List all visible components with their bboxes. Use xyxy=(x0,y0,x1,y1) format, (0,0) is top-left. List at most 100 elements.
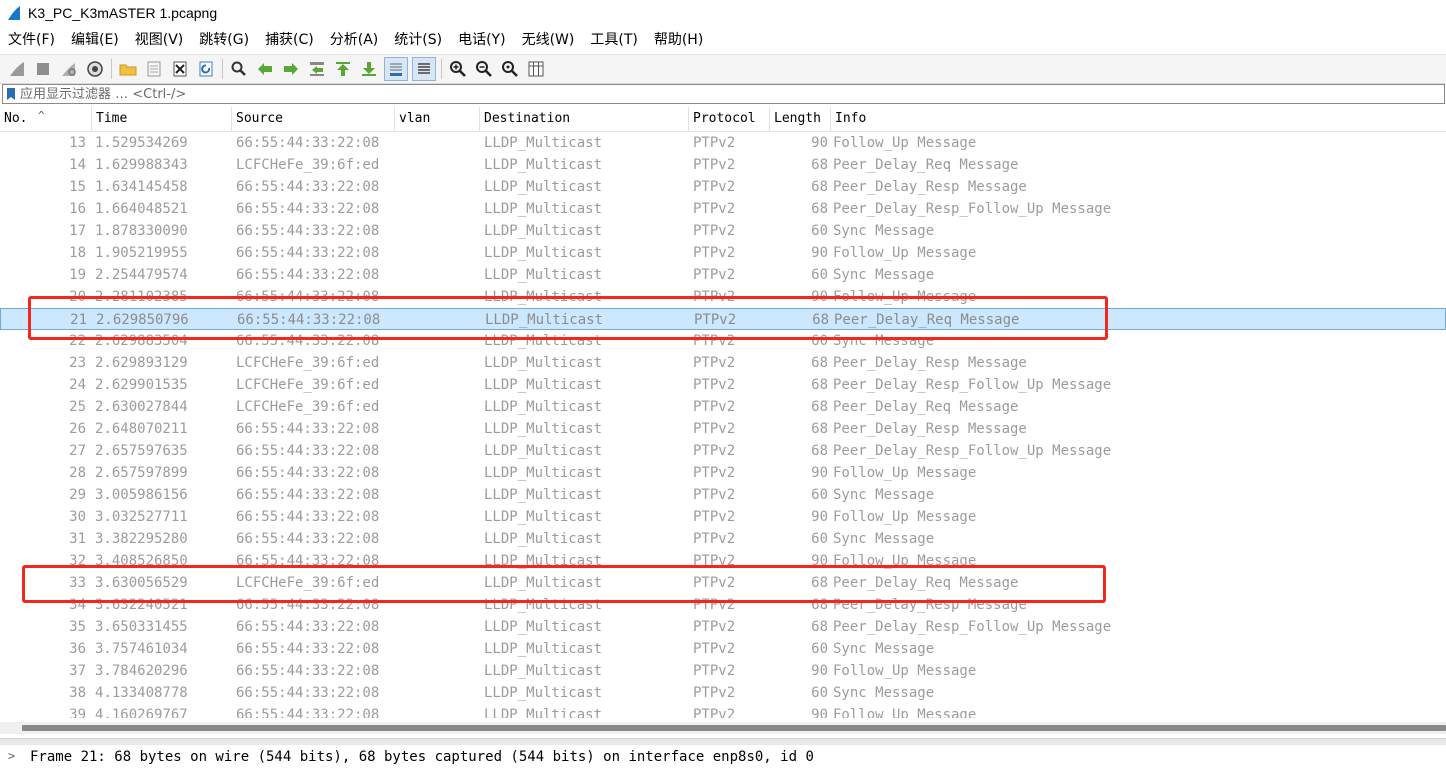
menu-edit[interactable]: 编辑(E) xyxy=(63,27,127,53)
find-icon[interactable] xyxy=(228,58,250,80)
cell-info: Peer_Delay_Req Message xyxy=(833,399,1019,415)
cell-no: 39 xyxy=(69,707,86,718)
table-row[interactable]: 29 3.005986156 66:55:44:33:22:08 LLDP_Multi… xyxy=(0,484,1446,506)
cell-time: 3.382295280 xyxy=(95,531,188,547)
column-header-vlan[interactable]: vlan xyxy=(395,107,480,131)
column-header-no[interactable]: No. ^ xyxy=(0,107,92,131)
column-header-source[interactable]: Source xyxy=(232,107,395,131)
table-row[interactable]: 30 3.032527711 66:55:44:33:22:08 LLDP_Multi… xyxy=(0,506,1446,528)
menu-wireless[interactable]: 无线(W) xyxy=(514,27,583,53)
cell-protocol: PTPv2 xyxy=(693,509,736,525)
table-row[interactable]: 18 1.905219955 66:55:44:33:22:08 LLDP_Multi… xyxy=(0,242,1446,264)
table-row[interactable]: 38 4.133408778 66:55:44:33:22:08 LLDP_Multi… xyxy=(0,682,1446,704)
cell-source: 66:55:44:33:22:08 xyxy=(236,619,380,635)
reload-icon[interactable] xyxy=(195,58,217,80)
cell-time: 1.664048521 xyxy=(95,201,188,217)
column-header-protocol[interactable]: Protocol xyxy=(689,107,770,131)
column-header-time[interactable]: Time xyxy=(92,107,232,131)
cell-time: 2.254479574 xyxy=(95,267,188,283)
column-header-info[interactable]: Info xyxy=(831,107,1446,131)
menu-statistics[interactable]: 统计(S) xyxy=(386,27,450,53)
filter-bookmark-icon[interactable] xyxy=(6,87,16,101)
table-row[interactable]: 17 1.878330090 66:55:44:33:22:08 LLDP_Multi… xyxy=(0,220,1446,242)
menu-tools[interactable]: 工具(T) xyxy=(582,27,645,53)
colorize-icon[interactable] xyxy=(412,57,436,81)
cell-info: Follow_Up Message xyxy=(833,707,977,718)
zoom-normal-icon[interactable] xyxy=(499,58,521,80)
go-to-packet-icon[interactable] xyxy=(306,58,328,80)
expand-arrow-icon[interactable]: > xyxy=(8,749,15,763)
options-gear-icon[interactable] xyxy=(84,58,106,80)
cell-destination: LLDP_Multicast xyxy=(484,377,603,393)
cell-no: 35 xyxy=(69,619,86,635)
resize-columns-icon[interactable] xyxy=(525,58,547,80)
menu-go[interactable]: 跳转(G) xyxy=(191,27,257,53)
table-row[interactable]: 36 3.757461034 66:55:44:33:22:08 LLDP_Multi… xyxy=(0,638,1446,660)
menu-capture[interactable]: 捕获(C) xyxy=(257,27,322,53)
menu-analyze[interactable]: 分析(A) xyxy=(322,27,387,53)
cell-time: 4.160269767 xyxy=(95,707,188,718)
cell-source: 66:55:44:33:22:08 xyxy=(236,443,380,459)
cell-no: 37 xyxy=(69,663,86,679)
menu-telephony[interactable]: 电话(Y) xyxy=(450,27,513,53)
stop-icon[interactable] xyxy=(32,58,54,80)
autoscroll-icon[interactable] xyxy=(384,57,408,81)
go-first-icon[interactable] xyxy=(332,58,354,80)
frame-summary-line[interactable]: Frame 21: 68 bytes on wire (544 bits), 6… xyxy=(30,749,814,765)
cell-time: 1.878330090 xyxy=(95,223,188,239)
table-row[interactable]: 28 2.657597899 66:55:44:33:22:08 LLDP_Multi… xyxy=(0,462,1446,484)
go-last-icon[interactable] xyxy=(358,58,380,80)
table-row[interactable]: 26 2.648070211 66:55:44:33:22:08 LLDP_Multi… xyxy=(0,418,1446,440)
column-header-destination[interactable]: Destination xyxy=(480,107,689,131)
table-row[interactable]: 31 3.382295280 66:55:44:33:22:08 LLDP_Multi… xyxy=(0,528,1446,550)
table-row[interactable]: 24 2.629901535 LCFCHeFe_39:6f:ed LLDP_Multi… xyxy=(0,374,1446,396)
close-file-icon[interactable] xyxy=(169,58,191,80)
display-filter-bar xyxy=(2,84,1445,104)
table-row[interactable]: 37 3.784620296 66:55:44:33:22:08 LLDP_Multi… xyxy=(0,660,1446,682)
cell-no: 18 xyxy=(69,245,86,261)
cell-destination: LLDP_Multicast xyxy=(484,355,603,371)
cell-no: 16 xyxy=(69,201,86,217)
open-folder-icon[interactable] xyxy=(117,58,139,80)
shark-fin-start-icon[interactable] xyxy=(6,58,28,80)
pane-splitter[interactable] xyxy=(0,738,1446,745)
restart-icon[interactable] xyxy=(58,58,80,80)
cell-destination: LLDP_Multicast xyxy=(484,509,603,525)
table-row[interactable]: 15 1.634145458 66:55:44:33:22:08 LLDP_Multi… xyxy=(0,176,1446,198)
menu-view[interactable]: 视图(V) xyxy=(127,27,192,53)
cell-destination: LLDP_Multicast xyxy=(484,619,603,635)
cell-destination: LLDP_Multicast xyxy=(484,267,603,283)
table-row[interactable]: 14 1.629988343 LCFCHeFe_39:6f:ed LLDP_Multi… xyxy=(0,154,1446,176)
table-row[interactable]: 13 1.529534269 66:55:44:33:22:08 LLDP_Multi… xyxy=(0,132,1446,154)
cell-protocol: PTPv2 xyxy=(693,619,736,635)
table-row[interactable]: 16 1.664048521 66:55:44:33:22:08 LLDP_Multi… xyxy=(0,198,1446,220)
table-row[interactable]: 39 4.160269767 66:55:44:33:22:08 LLDP_Multi… xyxy=(0,704,1446,718)
sort-ascending-icon: ^ xyxy=(38,109,45,122)
save-file-icon[interactable] xyxy=(143,58,165,80)
cell-protocol: PTPv2 xyxy=(693,707,736,718)
cell-destination: LLDP_Multicast xyxy=(484,399,603,415)
go-forward-icon[interactable] xyxy=(280,58,302,80)
zoom-in-icon[interactable] xyxy=(447,58,469,80)
menu-file[interactable]: 文件(F) xyxy=(0,27,63,53)
table-row[interactable]: 23 2.629893129 LCFCHeFe_39:6f:ed LLDP_Multi… xyxy=(0,352,1446,374)
cell-info: Follow_Up Message xyxy=(833,245,977,261)
table-row[interactable]: 19 2.254479574 66:55:44:33:22:08 LLDP_Multi… xyxy=(0,264,1446,286)
cell-destination: LLDP_Multicast xyxy=(484,421,603,437)
cell-info: Sync Message xyxy=(833,487,935,503)
cell-destination: LLDP_Multicast xyxy=(484,641,603,657)
menu-help[interactable]: 帮助(H) xyxy=(646,27,711,53)
go-back-icon[interactable] xyxy=(254,58,276,80)
table-row[interactable]: 27 2.657597635 66:55:44:33:22:08 LLDP_Multi… xyxy=(0,440,1446,462)
table-row[interactable]: 25 2.630027844 LCFCHeFe_39:6f:ed LLDP_Multi… xyxy=(0,396,1446,418)
column-header-length[interactable]: Length xyxy=(770,107,831,131)
scrollbar-thumb[interactable] xyxy=(22,725,1446,731)
horizontal-scrollbar[interactable] xyxy=(0,722,1446,734)
cell-length: 68 xyxy=(811,157,828,173)
cell-length: 60 xyxy=(811,685,828,701)
cell-source: 66:55:44:33:22:08 xyxy=(236,179,380,195)
table-row[interactable]: 35 3.650331455 66:55:44:33:22:08 LLDP_Multi… xyxy=(0,616,1446,638)
zoom-out-icon[interactable] xyxy=(473,58,495,80)
display-filter-input[interactable] xyxy=(20,86,1444,102)
cell-length: 68 xyxy=(811,179,828,195)
